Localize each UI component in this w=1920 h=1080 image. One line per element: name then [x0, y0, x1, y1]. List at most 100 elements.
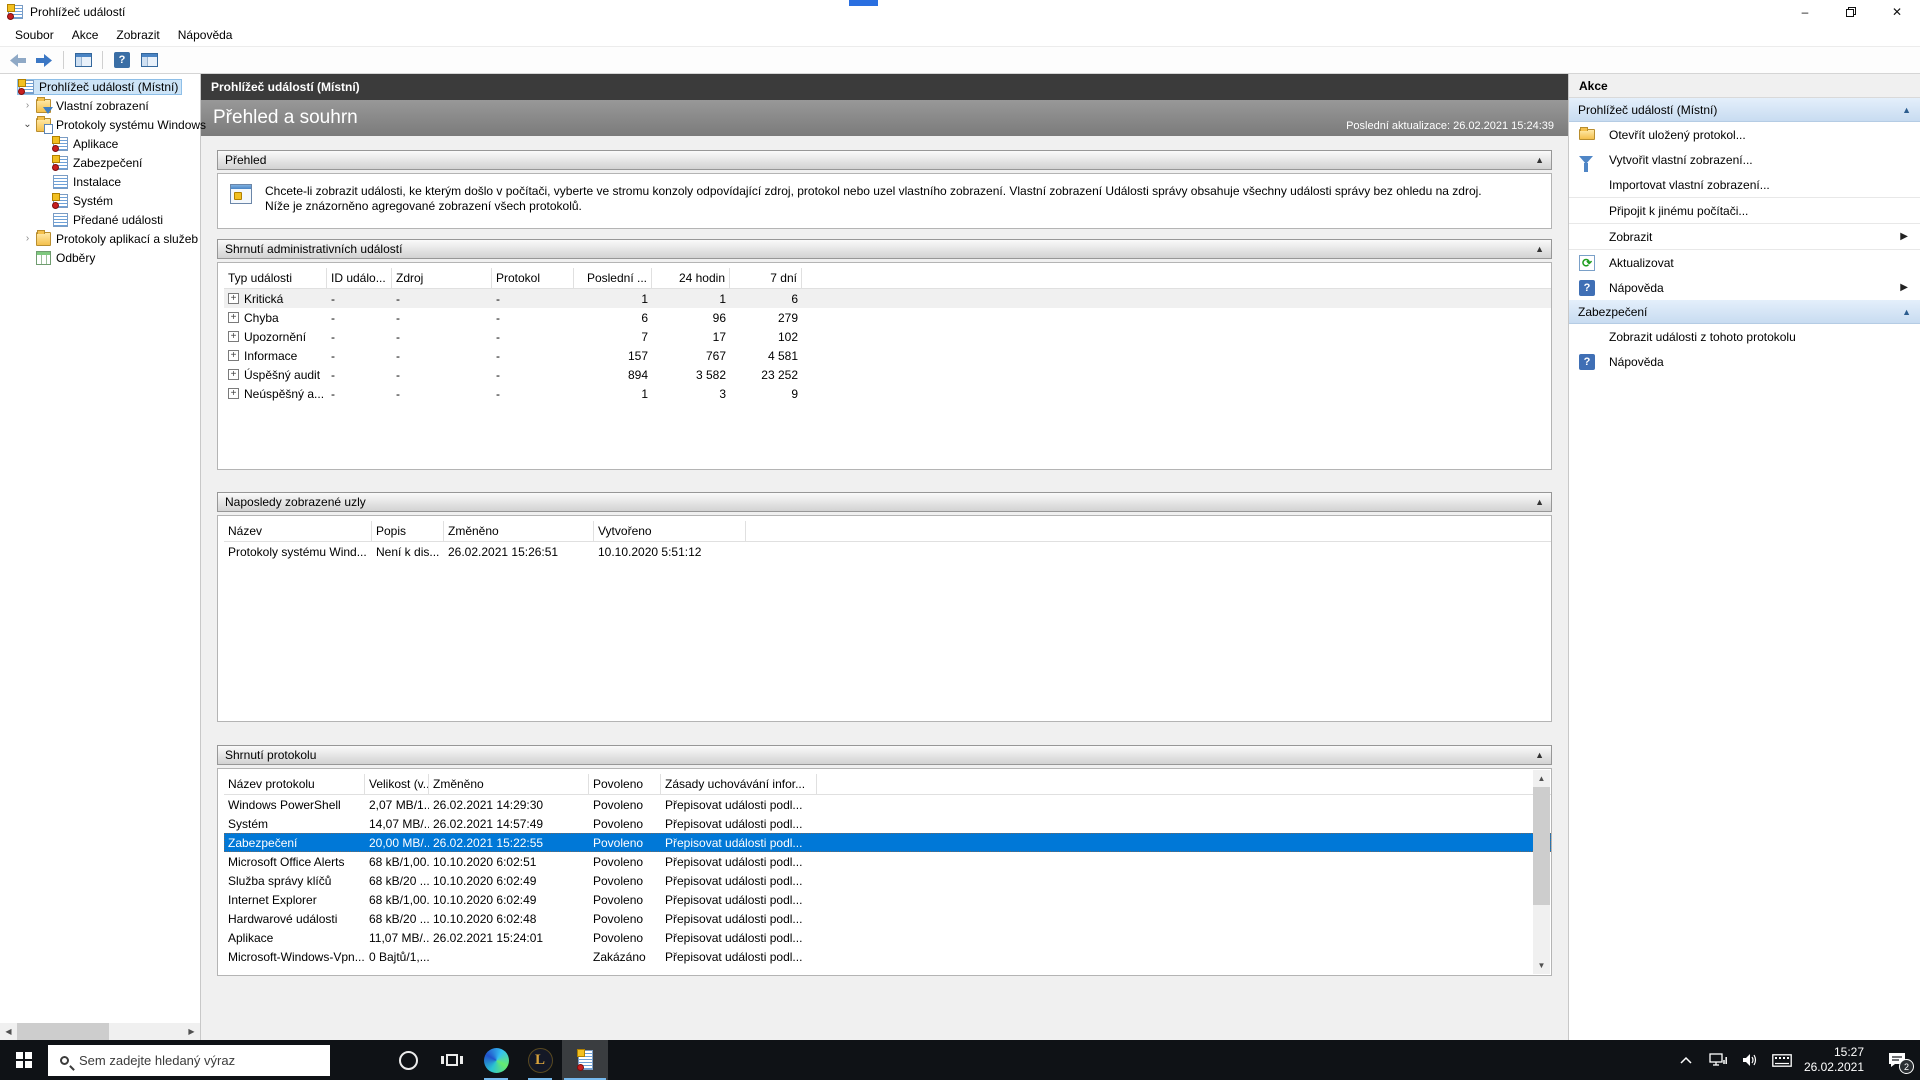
column-header[interactable]: Protokol — [492, 268, 574, 288]
menu-item-nápověda[interactable]: Nápověda — [169, 25, 242, 45]
expand-plus-icon[interactable]: + — [228, 350, 239, 361]
table-row[interactable]: Systém 14,07 MB/... 26.02.2021 14:57:49 Pov… — [224, 814, 1551, 833]
table-row[interactable]: Služba správy klíčů 68 kB/20 ... 10.10.202… — [224, 871, 1551, 890]
column-header[interactable]: Název protokolu — [224, 774, 365, 794]
show-hidden-icons-button[interactable] — [1670, 1040, 1702, 1080]
table-row[interactable]: Microsoft Office Alerts 68 kB/1,00... 10.1… — [224, 852, 1551, 871]
action-item[interactable]: Zobrazit ▶ — [1569, 224, 1920, 249]
table-row[interactable]: Hardwarové události 68 kB/20 ... 10.10.202… — [224, 909, 1551, 928]
table-row[interactable]: + Kritická - - -1 1 6 — [224, 289, 1551, 308]
collapse-icon[interactable]: ▲ — [1535, 750, 1544, 760]
table-row[interactable]: + Informace - - -157 767 4 581 — [224, 346, 1551, 365]
touch-keyboard-tray-icon[interactable] — [1766, 1040, 1798, 1080]
expand-plus-icon[interactable]: + — [228, 312, 239, 323]
scroll-thumb[interactable] — [1533, 787, 1550, 905]
table-row[interactable]: Internet Explorer 68 kB/1,00... 10.10.2020… — [224, 890, 1551, 909]
table-row[interactable]: Microsoft-Windows-Vpn... 0 Bajtů/1,... Zak… — [224, 947, 1551, 966]
table-row[interactable]: + Chyba - - -6 96 279 — [224, 308, 1551, 327]
minimize-button[interactable]: – — [1782, 0, 1828, 24]
table-row[interactable]: + Upozornění - - -7 17 102 — [224, 327, 1551, 346]
action-pane-toggle-button[interactable] — [138, 49, 160, 71]
forward-button[interactable] — [33, 49, 55, 71]
tree-item[interactable]: › Vlastní zobrazení — [0, 96, 200, 115]
column-header[interactable]: Změněno — [429, 774, 589, 794]
menu-item-akce[interactable]: Akce — [63, 25, 108, 45]
start-button[interactable] — [0, 1040, 48, 1080]
scroll-thumb[interactable] — [17, 1023, 109, 1040]
collapse-icon[interactable]: ▲ — [1535, 497, 1544, 507]
menu-item-zobrazit[interactable]: Zobrazit — [107, 25, 168, 45]
console-tree-toggle-button[interactable] — [72, 49, 94, 71]
tree-item[interactable]: Prohlížeč událostí (Místní) — [0, 77, 200, 96]
volume-tray-icon[interactable] — [1734, 1040, 1766, 1080]
expand-plus-icon[interactable]: + — [228, 388, 239, 399]
column-header[interactable]: Povoleno — [589, 774, 661, 794]
restore-button[interactable] — [1828, 0, 1874, 24]
back-button[interactable] — [6, 49, 28, 71]
column-header[interactable]: Typ události — [224, 268, 327, 288]
collapse-icon[interactable]: ▲ — [1902, 307, 1911, 317]
expand-plus-icon[interactable]: + — [228, 293, 239, 304]
chevron-right-icon[interactable]: › — [21, 233, 34, 244]
menu-item-soubor[interactable]: Soubor — [6, 25, 63, 45]
column-header[interactable]: Změněno — [444, 521, 594, 541]
action-item[interactable]: Vytvořit vlastní zobrazení... — [1569, 147, 1920, 172]
column-header[interactable]: Zdroj — [392, 268, 492, 288]
chevron-down-icon[interactable]: ⌄ — [21, 119, 34, 130]
taskbar-search-input[interactable]: Sem zadejte hledaný výraz — [48, 1044, 330, 1076]
action-item[interactable]: Zobrazit události z tohoto protokolu — [1569, 324, 1920, 349]
scroll-down-arrow[interactable]: ▼ — [1533, 957, 1550, 974]
event-viewer-taskbar-button[interactable] — [562, 1040, 608, 1080]
close-button[interactable]: ✕ — [1874, 0, 1920, 24]
action-center-button[interactable]: 2 — [1874, 1040, 1920, 1080]
scroll-right-arrow[interactable]: ▶ — [183, 1023, 200, 1040]
action-item[interactable]: ? Nápověda ▶ — [1569, 275, 1920, 300]
tree-horizontal-scrollbar[interactable]: ◀ ▶ — [0, 1023, 200, 1040]
libreoffice-taskbar-button[interactable]: L — [518, 1040, 562, 1080]
column-header[interactable]: Poslední ... — [574, 268, 652, 288]
column-header[interactable]: 7 dní — [730, 268, 802, 288]
recent-nodes-section-header[interactable]: Naposledy zobrazené uzly ▲ — [217, 492, 1552, 512]
admin-summary-section-header[interactable]: Shrnutí administrativních událostí ▲ — [217, 239, 1552, 259]
action-item[interactable]: Otevřít uložený protokol... — [1569, 122, 1920, 147]
column-header[interactable]: ID událo... — [327, 268, 392, 288]
column-header[interactable]: Zásady uchovávání infor... — [661, 774, 817, 794]
overview-section-header[interactable]: Přehled ▲ — [217, 150, 1552, 170]
collapse-icon[interactable]: ▲ — [1535, 155, 1544, 165]
expand-plus-icon[interactable]: + — [228, 331, 239, 342]
action-item[interactable]: ⟳ Aktualizovat — [1569, 250, 1920, 275]
action-item[interactable]: Připojit k jinému počítači... — [1569, 198, 1920, 223]
table-row[interactable]: Zabezpečení 20,00 MB/... 26.02.2021 15:22:… — [224, 833, 1551, 852]
tree-item[interactable]: Předané události — [0, 210, 200, 229]
log-vertical-scrollbar[interactable]: ▲ ▼ — [1533, 770, 1550, 974]
expand-plus-icon[interactable]: + — [228, 369, 239, 380]
table-row[interactable]: + Úspěšný audit - - -894 3 582 23 252 — [224, 365, 1551, 384]
table-row[interactable]: + Neúspěšný a... - - -1 3 9 — [224, 384, 1551, 403]
column-header[interactable]: Popis — [372, 521, 444, 541]
column-header[interactable]: 24 hodin — [652, 268, 730, 288]
tree-item[interactable]: Instalace — [0, 172, 200, 191]
tree-item[interactable]: Systém — [0, 191, 200, 210]
task-view-button[interactable] — [430, 1040, 474, 1080]
tree-item[interactable]: › Protokoly aplikací a služeb — [0, 229, 200, 248]
scroll-up-arrow[interactable]: ▲ — [1533, 770, 1550, 787]
action-section-header[interactable]: Prohlížeč událostí (Místní) ▲ — [1569, 98, 1920, 122]
collapse-icon[interactable]: ▲ — [1535, 244, 1544, 254]
tree-item[interactable]: Zabezpečení — [0, 153, 200, 172]
help-button[interactable]: ? — [111, 49, 133, 71]
table-row[interactable]: Aplikace 11,07 MB/... 26.02.2021 15:24:01 P… — [224, 928, 1551, 947]
tree-item[interactable]: ⌄ Protokoly systému Windows — [0, 115, 206, 134]
column-header[interactable]: Vytvořeno — [594, 521, 746, 541]
network-tray-icon[interactable] — [1702, 1040, 1734, 1080]
action-section-header[interactable]: Zabezpečení ▲ — [1569, 300, 1920, 324]
collapse-icon[interactable]: ▲ — [1902, 105, 1911, 115]
clock[interactable]: 15:27 26.02.2021 — [1798, 1045, 1874, 1075]
cortana-button[interactable] — [386, 1040, 430, 1080]
log-summary-section-header[interactable]: Shrnutí protokolu ▲ — [217, 745, 1552, 765]
table-row[interactable]: Windows PowerShell 2,07 MB/1... 26.02.2021… — [224, 795, 1551, 814]
tree-item[interactable]: Aplikace — [0, 134, 200, 153]
table-row[interactable]: Protokoly systému Wind... Není k dis... 26… — [224, 542, 1551, 561]
action-item[interactable]: Importovat vlastní zobrazení... — [1569, 172, 1920, 197]
column-header[interactable]: Název — [224, 521, 372, 541]
tree-item[interactable]: Odběry — [0, 248, 200, 267]
